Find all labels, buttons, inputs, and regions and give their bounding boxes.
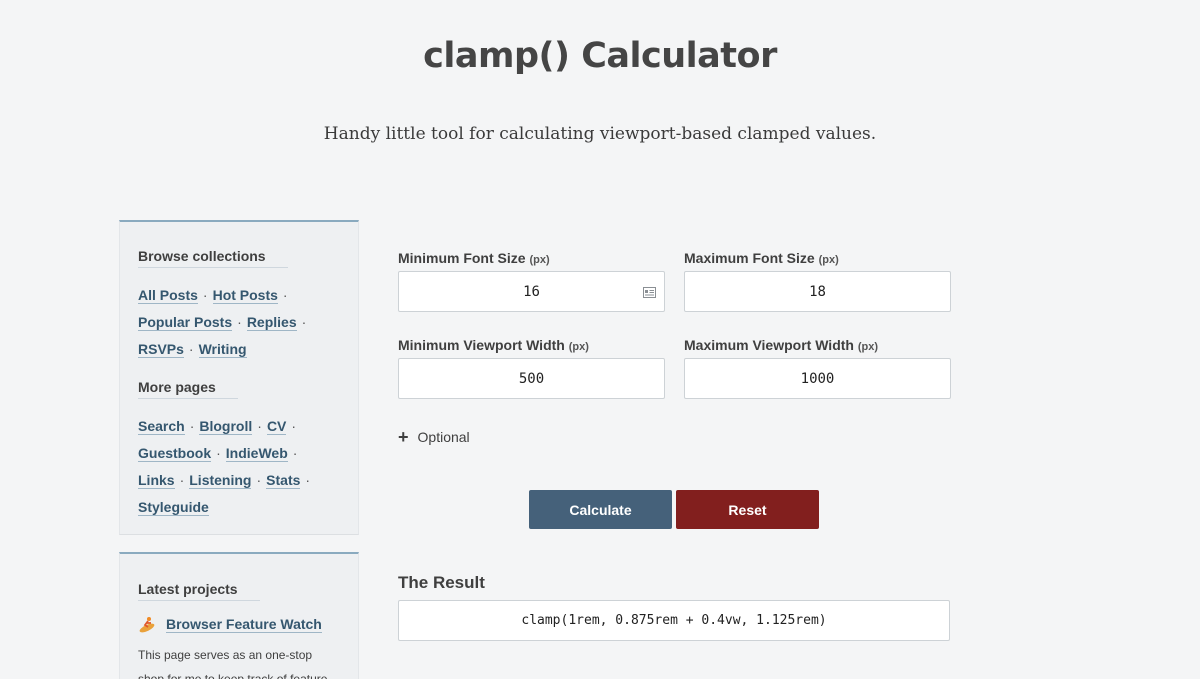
link-styleguide[interactable]: Styleguide <box>138 499 209 516</box>
separator: · <box>257 418 262 434</box>
project-link-browser-feature-watch[interactable]: Browser Feature Watch <box>166 616 322 633</box>
unit-label: (px) <box>529 254 550 266</box>
min-font-size-label: Minimum Font Size (px) <box>398 250 550 266</box>
link-replies[interactable]: Replies <box>246 314 297 331</box>
project-description-line: This page serves as an one-stop <box>138 648 313 662</box>
max-font-size-label-text: Maximum Font Size <box>684 250 815 266</box>
separator: · <box>301 314 307 330</box>
link-guestbook[interactable]: Guestbook <box>138 445 212 462</box>
optional-toggle[interactable]: + Optional <box>398 428 470 446</box>
separator: · <box>179 472 185 488</box>
max-font-size-value: 18 <box>809 283 826 300</box>
unit-label: (px) <box>568 341 589 353</box>
more-pages-heading: More pages <box>138 379 238 399</box>
min-viewport-width-label-text: Minimum Viewport Width <box>398 337 565 353</box>
latest-projects-heading: Latest projects <box>138 581 260 601</box>
min-font-size-label-text: Minimum Font Size <box>398 250 526 266</box>
max-font-size-label: Maximum Font Size (px) <box>684 250 839 266</box>
separator: · <box>216 445 221 461</box>
max-viewport-width-input[interactable]: 1000 <box>684 358 951 399</box>
min-viewport-width-label: Minimum Viewport Width (px) <box>398 337 589 353</box>
reset-button[interactable]: Reset <box>676 490 819 529</box>
project-item: Browser Feature Watch <box>138 615 340 633</box>
project-description: This page serves as an one-stop shop for… <box>138 643 340 679</box>
link-links[interactable]: Links <box>138 472 175 489</box>
result-heading: The Result <box>398 573 485 592</box>
project-description-line: shop for me to keep track of feature <box>138 672 328 679</box>
separator: · <box>202 287 208 303</box>
min-viewport-width-input[interactable]: 500 <box>398 358 665 399</box>
separator: · <box>189 418 195 434</box>
separator: · <box>256 472 262 488</box>
more-links: Search · Blogroll · CV · Guestbook · IndieWeb · … <box>138 413 340 521</box>
result-output[interactable]: clamp(1rem, 0.875rem + 0.4vw, 1.125rem) <box>398 600 950 641</box>
browse-links: All Posts · Hot Posts · Popular Posts · Repli… <box>138 282 340 363</box>
min-viewport-width-value: 500 <box>518 370 545 387</box>
link-stats[interactable]: Stats <box>266 472 301 489</box>
sidebar-projects: Latest projects Browser Feature Watch Th… <box>119 552 359 679</box>
calculate-button[interactable]: Calculate <box>529 490 672 529</box>
link-indieweb[interactable]: IndieWeb <box>225 445 288 462</box>
max-viewport-width-label: Maximum Viewport Width (px) <box>684 337 878 353</box>
separator: · <box>282 287 288 303</box>
max-viewport-width-value: 1000 <box>800 370 835 387</box>
link-popular-posts[interactable]: Popular Posts <box>138 314 233 331</box>
separator: · <box>305 472 311 488</box>
unit-label: (px) <box>857 341 879 353</box>
link-writing[interactable]: Writing <box>198 341 247 358</box>
separator: · <box>291 418 297 434</box>
plus-icon: + <box>398 427 409 447</box>
link-listening[interactable]: Listening <box>189 472 252 489</box>
separator: · <box>188 341 194 357</box>
page-subtitle: Handy little tool for calculating viewpo… <box>323 124 877 144</box>
link-hot-posts[interactable]: Hot Posts <box>212 287 278 304</box>
max-viewport-width-label-text: Maximum Viewport Width <box>684 337 854 353</box>
link-cv[interactable]: CV <box>266 418 287 435</box>
result-value: clamp(1rem, 0.875rem + 0.4vw, 1.125rem) <box>521 613 827 628</box>
max-font-size-input[interactable]: 18 <box>684 271 951 312</box>
link-blogroll[interactable]: Blogroll <box>199 418 253 435</box>
id-card-icon <box>643 286 656 298</box>
separator: · <box>292 445 298 461</box>
link-search[interactable]: Search <box>138 418 185 435</box>
unit-label: (px) <box>818 254 839 266</box>
link-rsvps[interactable]: RSVPs <box>138 341 184 358</box>
sidebar-collections: Browse collections All Posts · Hot Posts · … <box>119 220 359 535</box>
min-font-size-value: 16 <box>523 283 540 300</box>
browse-collections-heading: Browse collections <box>138 248 288 268</box>
link-all-posts[interactable]: All Posts <box>138 287 198 304</box>
optional-label: Optional <box>417 429 470 445</box>
min-font-size-input[interactable]: 16 <box>398 271 665 312</box>
surfer-icon <box>138 615 156 633</box>
separator: · <box>237 314 242 330</box>
page-title: clamp() Calculator <box>423 36 777 76</box>
